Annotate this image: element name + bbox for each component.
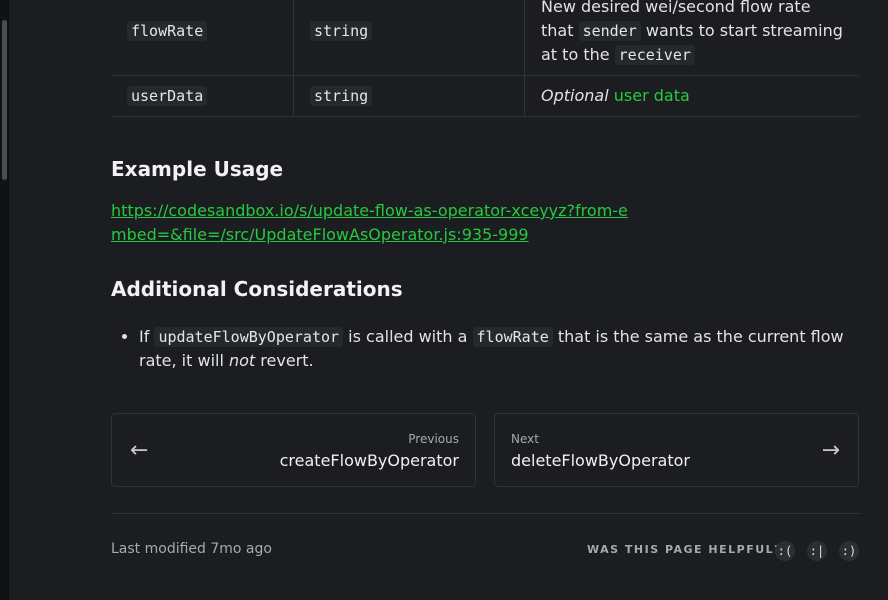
scrollbar-thumb[interactable] — [2, 20, 7, 180]
page-scrollbar[interactable] — [0, 0, 9, 600]
additional-considerations-heading: Additional Considerations — [111, 277, 403, 301]
next-label: Next — [511, 432, 539, 446]
previous-page-title: createFlowByOperator — [279, 451, 459, 470]
previous-page-card[interactable]: ← Previous createFlowByOperator — [111, 413, 476, 487]
example-usage-link[interactable]: https://codesandbox.io/s/update-flow-as-… — [111, 199, 631, 247]
next-page-title: deleteFlowByOperator — [511, 451, 690, 470]
inline-code: receiver — [614, 44, 695, 65]
previous-label: Previous — [408, 432, 459, 446]
footer-divider — [111, 513, 861, 514]
neutral-face-icon[interactable]: :| — [807, 541, 827, 561]
happy-face-icon[interactable]: :) — [839, 541, 859, 561]
param-name: flowRate — [127, 20, 208, 41]
arrow-right-icon: → — [821, 438, 840, 463]
param-type: string — [310, 20, 373, 41]
inline-code: flowRate — [472, 327, 553, 347]
table-row: flowRate string New desired wei/second f… — [111, 0, 859, 76]
table-row: userData string Optional user data — [111, 75, 859, 117]
parameters-table: flowRate string New desired wei/second f… — [111, 0, 859, 117]
sad-face-icon[interactable]: :( — [775, 541, 795, 561]
next-page-card[interactable]: Next deleteFlowByOperator → — [494, 413, 859, 487]
param-type: string — [310, 86, 373, 106]
param-description: New desired wei/second flow rate that se… — [524, 0, 859, 76]
inline-code: sender — [578, 20, 641, 41]
param-name: userData — [127, 86, 208, 106]
considerations-list: If updateFlowByOperator is called with a… — [111, 325, 854, 373]
arrow-left-icon: ← — [130, 438, 149, 463]
helpful-label: WAS THIS PAGE HELPFUL? — [587, 543, 783, 556]
param-description: Optional user data — [524, 75, 859, 117]
user-data-link[interactable]: user data — [614, 86, 690, 105]
inline-code: updateFlowByOperator — [154, 327, 344, 347]
list-item: If updateFlowByOperator is called with a… — [139, 325, 854, 373]
last-modified: Last modified 7mo ago — [111, 541, 272, 557]
example-usage-heading: Example Usage — [111, 157, 284, 181]
